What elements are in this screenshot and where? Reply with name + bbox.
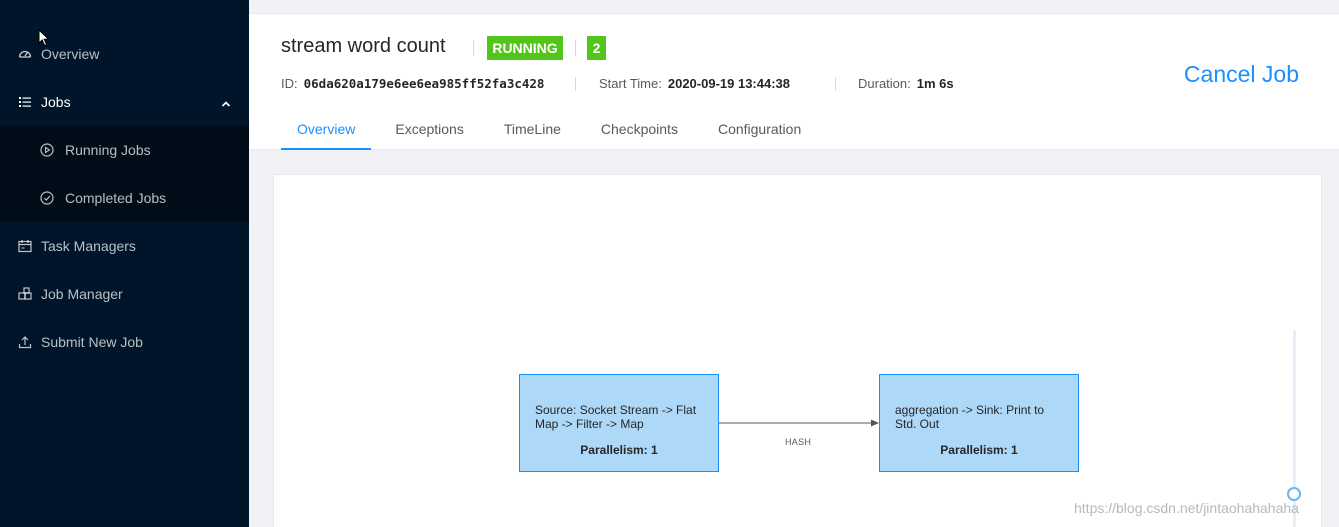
duration-value: 1m 6s (916, 76, 954, 91)
graph-node-sink[interactable]: aggregation -> Sink: Print to Std. Out P… (879, 374, 1079, 472)
status-badge: RUNNING (487, 36, 563, 60)
sidebar-item-submit-new-job[interactable]: Submit New Job (0, 318, 249, 366)
sidebar-item-label: Running Jobs (65, 142, 151, 158)
sidebar-item-label: Overview (41, 46, 100, 62)
mouse-cursor-icon (38, 29, 50, 47)
chevron-up-icon (221, 96, 231, 112)
sidebar-item-job-manager[interactable]: Job Manager (0, 270, 249, 318)
sidebar-item-label: Task Managers (41, 238, 136, 254)
node-label: Source: Socket Stream -> Flat Map -> Fil… (535, 403, 697, 431)
node-parallelism: Parallelism: 1 (940, 443, 1018, 457)
job-id-value: 06da620a179e6ee6ea985ff52fa3c428 (303, 76, 545, 91)
upload-icon (18, 335, 32, 349)
tab-configuration[interactable]: Configuration (702, 111, 817, 150)
sidebar-item-label: Job Manager (41, 286, 123, 302)
start-time-value: 2020-09-19 13:44:38 (667, 76, 791, 91)
job-id: ID: 06da620a179e6ee6ea985ff52fa3c428 (281, 76, 544, 91)
dashboard-icon (18, 47, 32, 61)
divider (835, 77, 836, 91)
cancel-job-button[interactable]: Cancel Job (1184, 61, 1299, 88)
start-time-label: Start Time: (599, 76, 662, 91)
graph-node-source[interactable]: Source: Socket Stream -> Flat Map -> Fil… (519, 374, 719, 472)
zoom-slider-handle[interactable] (1287, 487, 1301, 501)
divider (575, 40, 576, 56)
start-time: Start Time: 2020-09-19 13:44:38 (599, 76, 790, 91)
divider (473, 40, 474, 56)
watermark: https://blog.csdn.net/jintaohahahaha (1074, 500, 1299, 516)
tab-checkpoints[interactable]: Checkpoints (585, 111, 694, 150)
schedule-icon (18, 239, 32, 253)
graph-edge (719, 419, 879, 427)
job-header: stream word count RUNNING 2 ID: 06da620a1… (249, 0, 1339, 150)
build-icon (18, 287, 32, 301)
node-parallelism: Parallelism: 1 (580, 443, 658, 457)
sidebar-item-completed-jobs[interactable]: Completed Jobs (0, 174, 249, 222)
tab-timeline[interactable]: TimeLine (488, 111, 577, 150)
sidebar: Overview Jobs Running Jobs Completed Job… (0, 0, 249, 527)
job-id-label: ID: (281, 76, 298, 91)
job-tabs: Overview Exceptions TimeLine Checkpoints… (281, 111, 825, 150)
edge-label: HASH (785, 437, 812, 447)
header-top-strip (249, 0, 1339, 14)
check-circle-icon (40, 191, 54, 205)
tab-overview[interactable]: Overview (281, 111, 372, 150)
job-graph-panel[interactable]: Source: Socket Stream -> Flat Map -> Fil… (273, 174, 1322, 527)
job-title: stream word count (281, 35, 446, 57)
task-count-badge: 2 (587, 36, 606, 60)
duration-label: Duration: (858, 76, 911, 91)
divider (575, 77, 576, 91)
jobs-submenu: Running Jobs Completed Jobs (0, 126, 249, 222)
list-icon (18, 95, 32, 109)
sidebar-item-label: Submit New Job (41, 334, 143, 350)
sidebar-item-task-managers[interactable]: Task Managers (0, 222, 249, 270)
sidebar-item-jobs[interactable]: Jobs (0, 78, 249, 126)
sidebar-item-label: Jobs (41, 94, 71, 110)
node-label: aggregation -> Sink: Print to Std. Out (895, 403, 1045, 431)
sidebar-item-running-jobs[interactable]: Running Jobs (0, 126, 249, 174)
sidebar-item-label: Completed Jobs (65, 190, 167, 206)
duration: Duration: 1m 6s (858, 76, 954, 91)
play-circle-icon (40, 143, 54, 157)
tab-exceptions[interactable]: Exceptions (379, 111, 479, 150)
